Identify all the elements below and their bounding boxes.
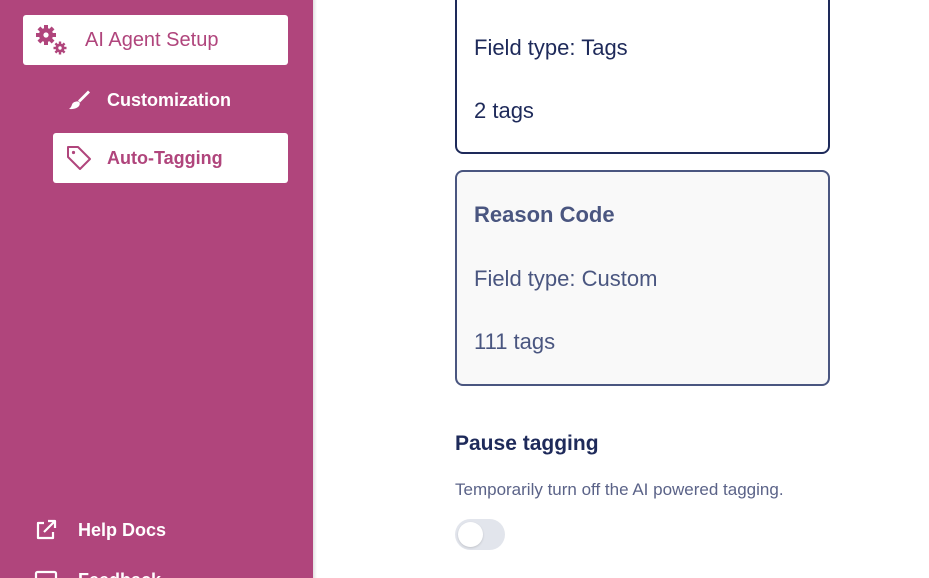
sidebar-shadow bbox=[313, 0, 317, 578]
message-icon bbox=[32, 566, 60, 578]
pause-tagging-toggle[interactable] bbox=[455, 519, 505, 550]
tag-icon bbox=[65, 144, 93, 172]
nav-ai-agent-setup[interactable]: AI Agent Setup bbox=[23, 15, 288, 65]
nav-auto-tagging[interactable]: Auto-Tagging bbox=[53, 133, 288, 183]
sidebar: AI Agent Setup Customization Auto-Taggin… bbox=[0, 0, 313, 578]
card-field-type: Field type: Custom bbox=[474, 266, 658, 291]
card-tag-count: 2 tags bbox=[474, 98, 534, 123]
nav-customization[interactable]: Customization bbox=[53, 75, 288, 125]
gears-icon bbox=[35, 24, 69, 56]
nav-help-docs-label: Help Docs bbox=[78, 519, 167, 540]
nav-feedback[interactable]: Feedback bbox=[32, 562, 292, 578]
field-card-reason-code[interactable]: Reason Code Field type: Custom 111 tags bbox=[455, 170, 830, 386]
nav-ai-agent-setup-label: AI Agent Setup bbox=[85, 28, 219, 51]
card-title: Reason Code bbox=[474, 202, 615, 227]
toggle-knob bbox=[458, 522, 483, 547]
nav-customization-label: Customization bbox=[107, 89, 231, 110]
card-field-type: Field type: Tags bbox=[474, 35, 628, 60]
pause-tagging-title: Pause tagging bbox=[455, 432, 599, 455]
pause-tagging-description: Temporarily turn off the AI powered tagg… bbox=[455, 480, 784, 499]
nav-help-docs[interactable]: Help Docs bbox=[32, 512, 292, 548]
card-tag-count: 111 tags bbox=[474, 329, 556, 354]
paintbrush-icon bbox=[65, 86, 93, 114]
external-link-icon bbox=[32, 516, 60, 544]
field-card-tags[interactable]: Field type: Tags 2 tags bbox=[455, 0, 830, 154]
nav-auto-tagging-label: Auto-Tagging bbox=[107, 147, 223, 168]
nav-feedback-label: Feedback bbox=[78, 570, 161, 578]
